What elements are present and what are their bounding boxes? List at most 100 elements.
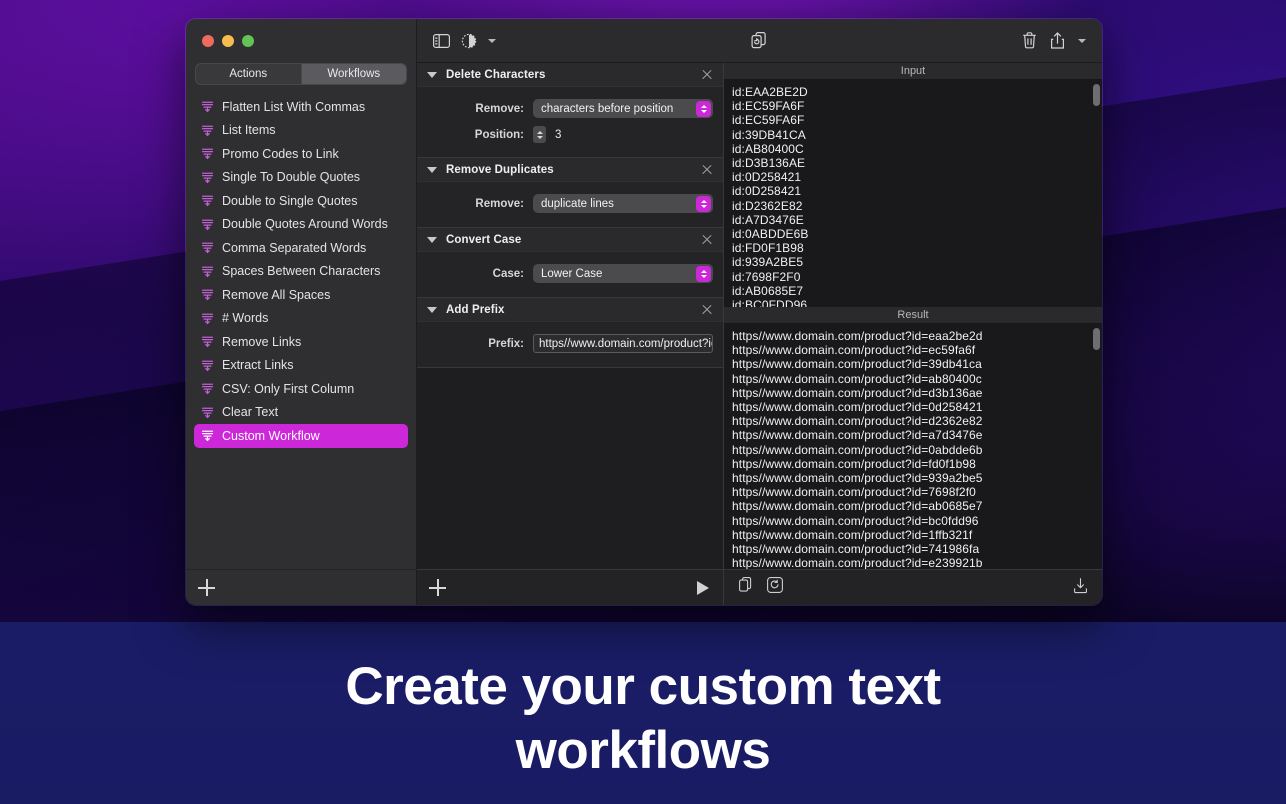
stepper-value: 3: [555, 128, 562, 141]
workflow-item-label: CSV: Only First Column: [222, 381, 355, 396]
stepper-control[interactable]: [533, 126, 546, 143]
workflow-item[interactable]: Promo Codes to Link: [194, 142, 408, 166]
action-card-header[interactable]: Convert Case: [417, 228, 723, 252]
result-pane[interactable]: https//www.domain.com/product?id=eaa2be2…: [724, 324, 1102, 569]
workflow-item[interactable]: # Words: [194, 307, 408, 331]
export-icon[interactable]: [1073, 577, 1088, 599]
action-card-body: Prefix: https//www.domain.com/product?id=: [417, 322, 723, 367]
remove-action-icon[interactable]: [701, 69, 713, 81]
minimize-button[interactable]: [222, 35, 234, 47]
duplicate-icon[interactable]: [751, 31, 768, 50]
action-field-row: Case: Lower Case: [427, 264, 713, 283]
zoom-button[interactable]: [242, 35, 254, 47]
tab-actions[interactable]: Actions: [196, 64, 302, 84]
result-text[interactable]: https//www.domain.com/product?id=eaa2be2…: [724, 324, 1102, 569]
action-field-label: Remove:: [475, 102, 524, 115]
action-field-row: Prefix: https//www.domain.com/product?id=: [427, 334, 713, 353]
workflow-item-label: Promo Codes to Link: [222, 146, 339, 161]
action-field-row: Remove: characters before position: [427, 99, 713, 118]
workflow-item-label: Flatten List With Commas: [222, 99, 366, 114]
workflow-item[interactable]: Comma Separated Words: [194, 236, 408, 260]
remove-action-icon[interactable]: [701, 304, 713, 316]
chevron-down-icon[interactable]: [488, 38, 496, 43]
remove-action-icon[interactable]: [701, 164, 713, 176]
sidebar-toggle-icon[interactable]: [433, 33, 450, 48]
add-workflow-icon[interactable]: [198, 579, 215, 596]
workflow-list[interactable]: Flatten List With Commas List Items Promo …: [186, 95, 416, 569]
workflow-item[interactable]: CSV: Only First Column: [194, 377, 408, 401]
action-card-header[interactable]: Delete Characters: [417, 63, 723, 87]
workflow-item[interactable]: Extract Links: [194, 354, 408, 378]
toolbar: [417, 19, 1102, 63]
popup-arrows-icon[interactable]: [696, 195, 711, 212]
action-card-body: Case: Lower Case: [417, 252, 723, 297]
popup-button[interactable]: Lower Case: [533, 264, 713, 283]
input-text[interactable]: id:EAA2BE2D id:EC59FA6F id:EC59FA6F id:3…: [724, 80, 1102, 307]
chevron-down-icon[interactable]: [1078, 38, 1086, 43]
workflow-icon: [201, 124, 214, 137]
action-field-label: Prefix:: [488, 337, 524, 350]
workflow-item[interactable]: Clear Text: [194, 401, 408, 425]
sidebar-segmented-control[interactable]: Actions Workflows: [195, 63, 407, 85]
action-card-header[interactable]: Remove Duplicates: [417, 158, 723, 182]
popup-arrows-icon[interactable]: [696, 100, 711, 117]
result-scroll-thumb[interactable]: [1093, 328, 1100, 350]
disclosure-triangle-icon[interactable]: [427, 71, 437, 78]
workflow-item[interactable]: Spaces Between Characters: [194, 260, 408, 284]
action-card-header[interactable]: Add Prefix: [417, 298, 723, 322]
popup-button[interactable]: characters before position: [533, 99, 713, 118]
result-scrollbar[interactable]: [1093, 328, 1100, 565]
workflow-icon: [201, 382, 214, 395]
input-scroll-thumb[interactable]: [1093, 84, 1100, 106]
workflow-item[interactable]: Flatten List With Commas: [194, 95, 408, 119]
popup-arrows-icon[interactable]: [696, 265, 711, 282]
workflow-item-label: Single To Double Quotes: [222, 170, 361, 185]
workflow-icon: [201, 312, 214, 325]
appearance-icon[interactable]: [461, 33, 477, 49]
reload-icon[interactable]: [767, 577, 783, 598]
action-card-title: Delete Characters: [446, 68, 546, 81]
action-field-label: Position:: [474, 128, 524, 141]
sidebar-footer: [186, 569, 416, 605]
workflow-item[interactable]: List Items: [194, 119, 408, 143]
input-scrollbar[interactable]: [1093, 84, 1100, 303]
popup-value: duplicate lines: [541, 197, 614, 210]
disclosure-triangle-icon[interactable]: [427, 236, 437, 243]
app-window: Actions Workflows Flatten List With Comm…: [185, 18, 1103, 606]
workflow-icon: [201, 241, 214, 254]
workflow-item-label: Double to Single Quotes: [222, 193, 358, 208]
workflow-item[interactable]: Double to Single Quotes: [194, 189, 408, 213]
workflow-item-selected[interactable]: Custom Workflow: [194, 424, 408, 448]
action-field-row: Position: 3: [427, 126, 713, 143]
workflow-icon: [201, 335, 214, 348]
workflow-item[interactable]: Remove Links: [194, 330, 408, 354]
action-card-body: Remove: duplicate lines: [417, 182, 723, 227]
workflow-item-label: List Items: [222, 123, 276, 138]
copy-icon[interactable]: [738, 577, 753, 598]
workflow-icon: [201, 147, 214, 160]
workflow-item-label: Custom Workflow: [222, 428, 320, 443]
prefix-text-field[interactable]: https//www.domain.com/product?id=: [533, 334, 713, 353]
io-column: Input id:EAA2BE2D id:EC59FA6F id:EC59FA6…: [724, 63, 1102, 605]
trash-icon[interactable]: [1022, 32, 1037, 49]
workflow-item-label: Comma Separated Words: [222, 240, 367, 255]
workflow-item[interactable]: Single To Double Quotes: [194, 166, 408, 190]
workflow-icon: [201, 265, 214, 278]
action-field-label: Remove:: [475, 197, 524, 210]
workflow-icon: [201, 218, 214, 231]
run-play-icon[interactable]: [697, 580, 709, 595]
workflow-item-label: Clear Text: [222, 405, 279, 420]
workflow-item[interactable]: Remove All Spaces: [194, 283, 408, 307]
io-footer: [724, 569, 1102, 605]
disclosure-triangle-icon[interactable]: [427, 306, 437, 313]
workflow-item[interactable]: Double Quotes Around Words: [194, 213, 408, 237]
input-pane[interactable]: id:EAA2BE2D id:EC59FA6F id:EC59FA6F id:3…: [724, 80, 1102, 307]
popup-button[interactable]: duplicate lines: [533, 194, 713, 213]
tab-workflows[interactable]: Workflows: [301, 64, 406, 84]
close-button[interactable]: [202, 35, 214, 47]
add-action-icon[interactable]: [429, 579, 446, 596]
share-icon[interactable]: [1050, 31, 1065, 50]
disclosure-triangle-icon[interactable]: [427, 166, 437, 173]
main-area: Delete Characters Remove: characters befor…: [417, 19, 1102, 605]
remove-action-icon[interactable]: [701, 234, 713, 246]
